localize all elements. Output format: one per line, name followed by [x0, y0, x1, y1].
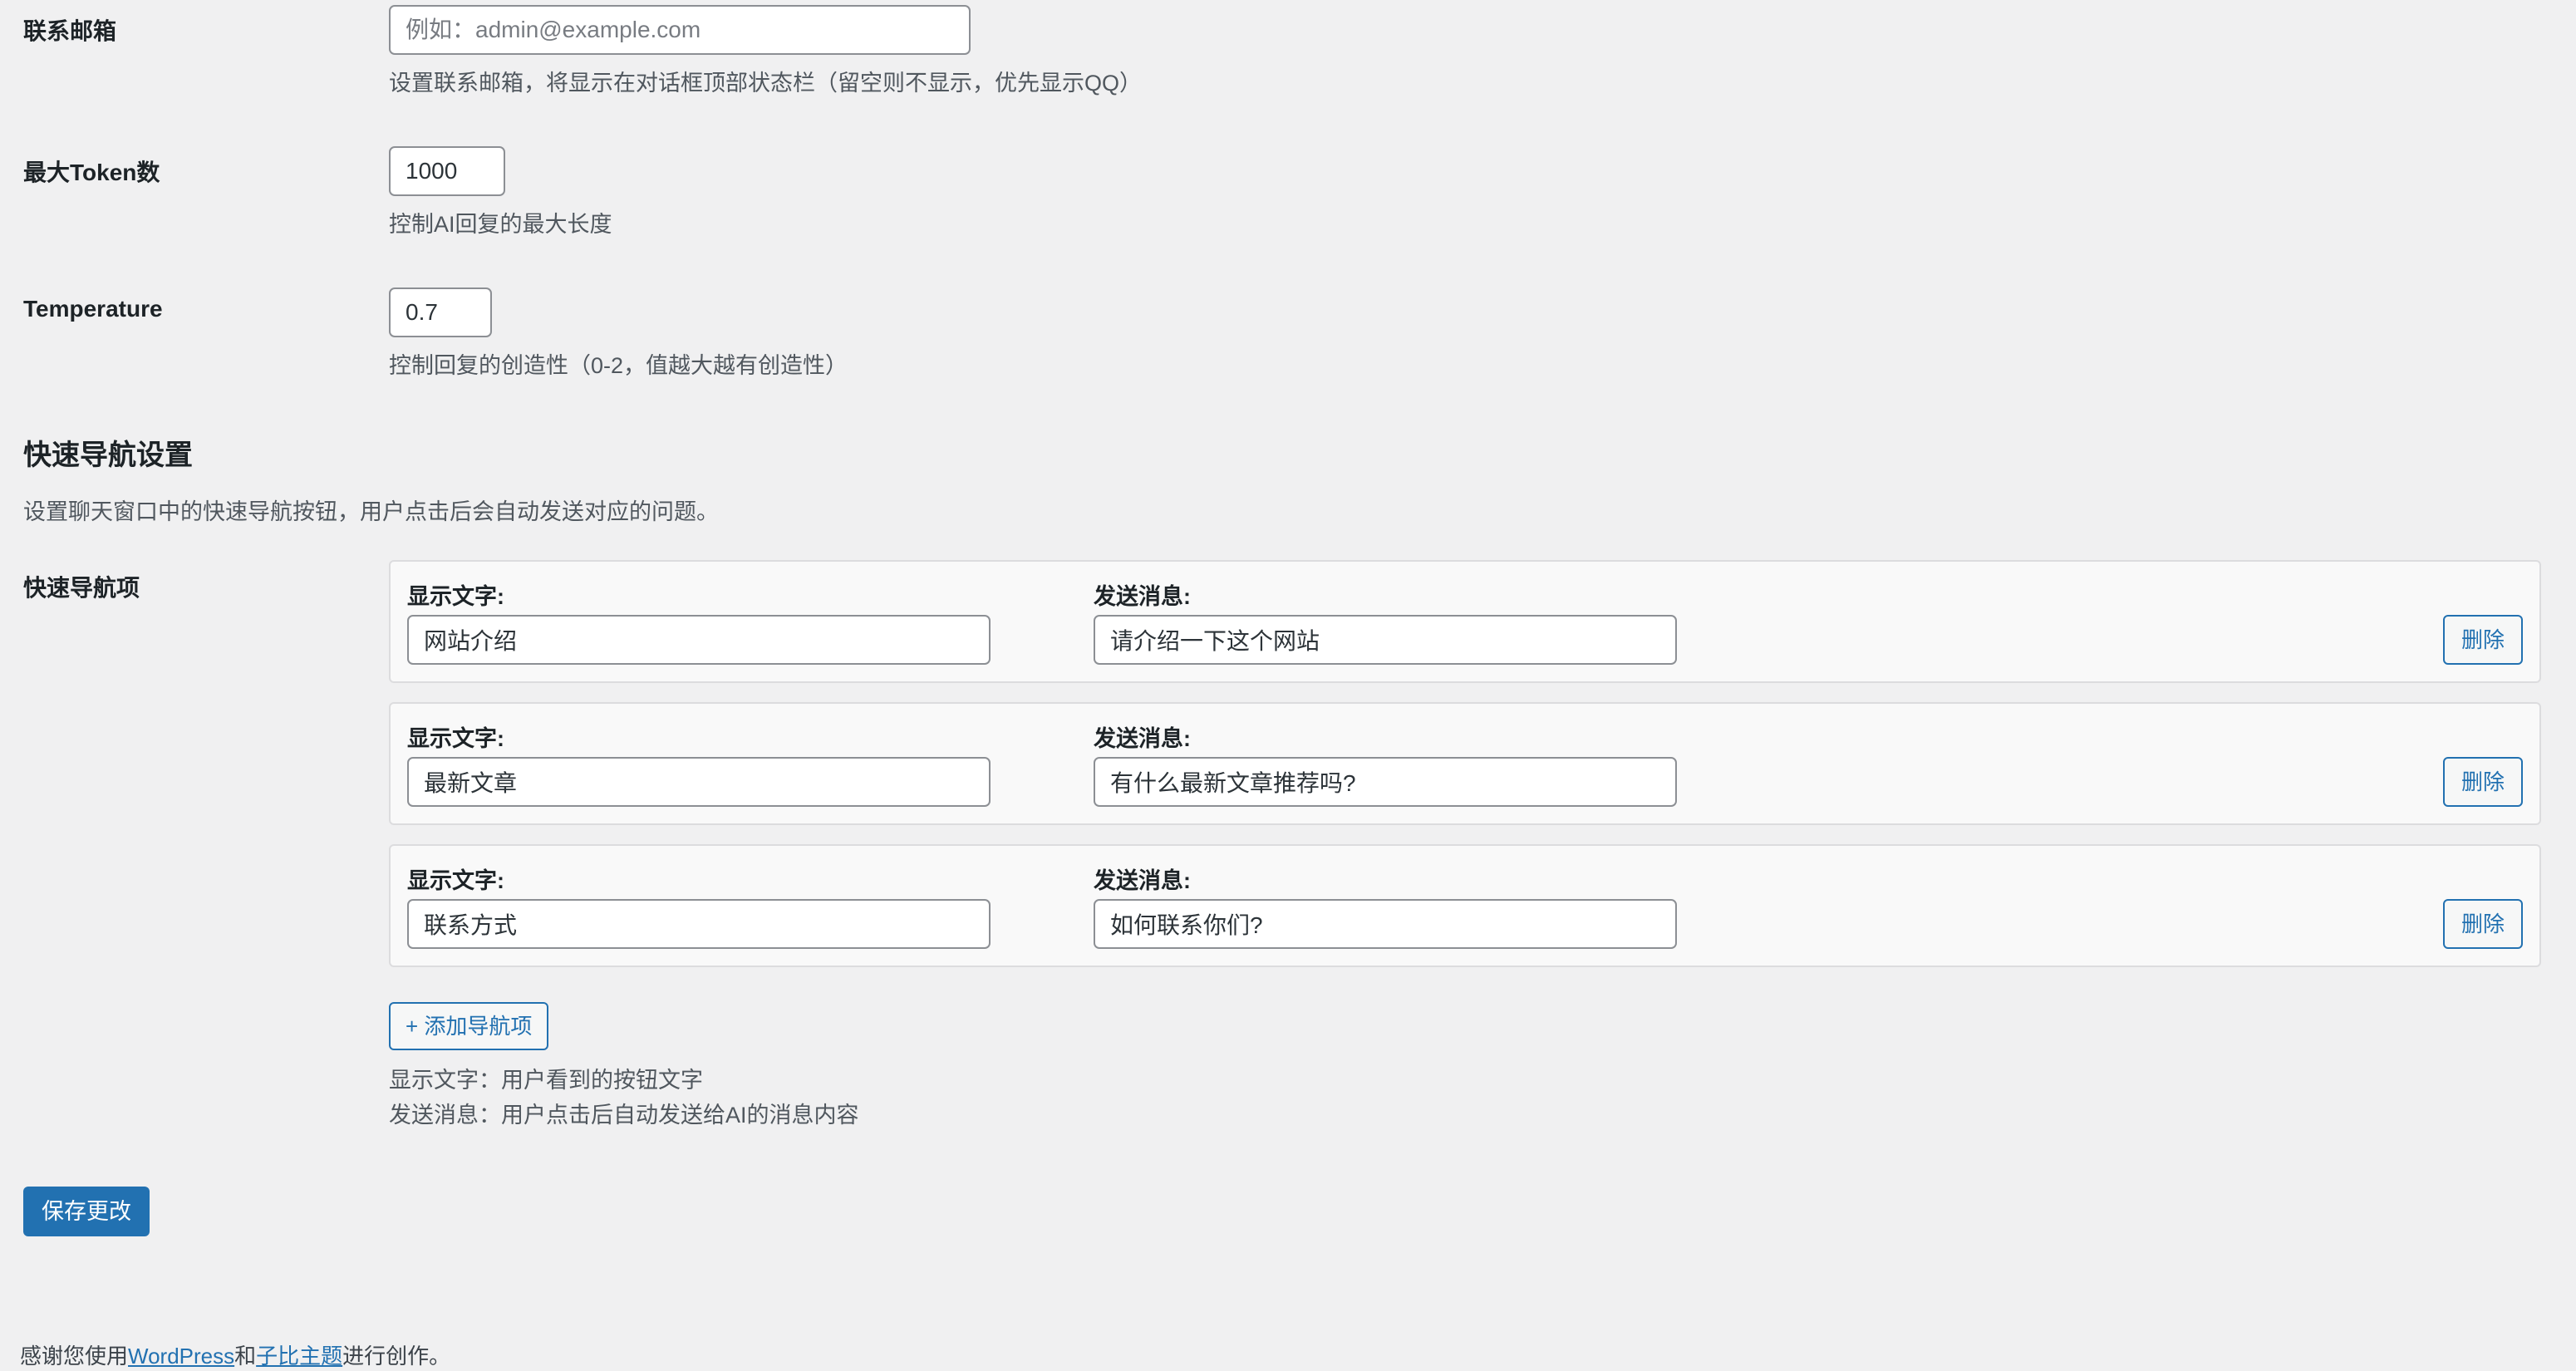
footer-middle: 和 — [234, 1344, 257, 1369]
wordpress-link[interactable]: WordPress — [128, 1344, 234, 1369]
theme-link[interactable]: 子比主题 — [256, 1344, 342, 1369]
send-message-input[interactable] — [1094, 899, 1677, 949]
delete-button[interactable]: 删除 — [2443, 899, 2523, 949]
quick-nav-items-label: 快速导航项 — [23, 575, 140, 601]
temperature-input[interactable] — [389, 287, 492, 337]
max-tokens-description: 控制AI回复的最大长度 — [389, 212, 612, 237]
temperature-label: Temperature — [23, 296, 163, 322]
display-text-input[interactable] — [407, 757, 991, 807]
display-text-label: 显示文字: — [407, 868, 504, 893]
nav-item-card: 显示文字: 发送消息: 删除 — [389, 560, 2541, 683]
max-tokens-label: 最大Token数 — [23, 160, 160, 185]
contact-email-input[interactable] — [389, 5, 971, 55]
save-changes-button[interactable]: 保存更改 — [23, 1187, 150, 1236]
footer-credit: 感谢您使用WordPress和子比主题进行创作。 — [20, 1339, 450, 1370]
nav-item-card: 显示文字: 发送消息: 删除 — [389, 844, 2541, 967]
send-message-input[interactable] — [1094, 615, 1677, 665]
contact-email-description: 设置联系邮箱，将显示在对话框顶部状态栏（留空则不显示，优先显示QQ） — [389, 71, 1143, 96]
display-text-input[interactable] — [407, 899, 991, 949]
quick-nav-description: 设置聊天窗口中的快速导航按钮，用户点击后会自动发送对应的问题。 — [23, 499, 719, 524]
footer-suffix: 进行创作。 — [342, 1344, 451, 1369]
send-message-input[interactable] — [1094, 757, 1677, 807]
display-text-label: 显示文字: — [407, 584, 504, 609]
delete-button[interactable]: 删除 — [2443, 615, 2523, 665]
send-message-label: 发送消息: — [1094, 868, 1191, 893]
contact-email-field-wrap: 设置联系邮箱，将显示在对话框顶部状态栏（留空则不显示，优先显示QQ） — [389, 5, 1142, 98]
temperature-description: 控制回复的创造性（0-2，值越大越有创造性） — [389, 353, 848, 378]
send-message-label: 发送消息: — [1094, 584, 1191, 609]
display-text-label: 显示文字: — [407, 726, 504, 751]
contact-email-label: 联系邮箱 — [23, 18, 117, 44]
max-tokens-input[interactable] — [389, 146, 505, 196]
display-text-input[interactable] — [407, 615, 991, 665]
nav-item-card: 显示文字: 发送消息: 删除 — [389, 702, 2541, 825]
send-message-label: 发送消息: — [1094, 726, 1191, 751]
add-nav-item-button[interactable]: + 添加导航项 — [389, 1002, 549, 1050]
help-display-text: 显示文字：用户看到的按钮文字 — [389, 1068, 703, 1093]
delete-button[interactable]: 删除 — [2443, 757, 2523, 807]
help-send-message: 发送消息：用户点击后自动发送给AI的消息内容 — [389, 1103, 859, 1128]
temperature-field-wrap: 控制回复的创造性（0-2，值越大越有创造性） — [389, 287, 848, 381]
quick-nav-title: 快速导航设置 — [23, 440, 193, 471]
max-tokens-field-wrap: 控制AI回复的最大长度 — [389, 146, 612, 239]
footer-prefix: 感谢您使用 — [20, 1344, 129, 1369]
